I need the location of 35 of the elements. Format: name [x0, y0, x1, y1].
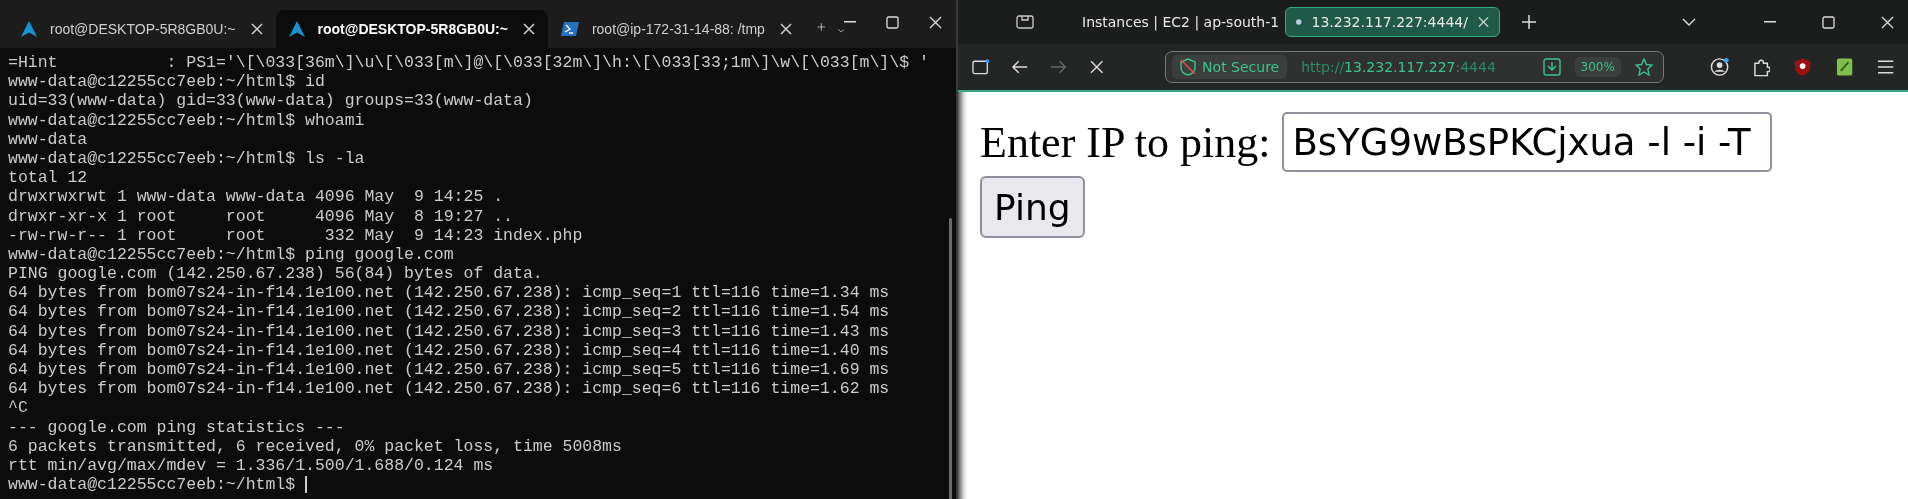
ping-button[interactable]: Ping — [980, 176, 1085, 238]
terminal-tab[interactable]: root@DESKTOP-5R8GB0U:~ — [8, 10, 276, 48]
terminal-line: www-data@c12255cc7eeb:~/html$ — [8, 475, 296, 495]
terminal-line: 64 bytes from bom07s24-in-f14.1e100.net (142.250.67.238): icmp_seq=1 ttl=116 time=1.34 ms — [8, 283, 890, 303]
terminal-line: =Hint : PS1='\[\033[36m\]\u\[\033[m\]@\[\033[32m\]\h:\[\033[33;1m\]\w\[\033[m\]\$ ' — [8, 53, 929, 73]
ip-input-field[interactable]: BsYG9wBsPKCjxua -l -i -T — [1282, 112, 1773, 172]
terminal-line: www-data@c12255cc7eeb:~/html$ ls -la — [8, 148, 365, 169]
terminal-tab[interactable]: root@DESKTOP-5R8GB0U:~ — [275, 10, 548, 48]
url-text: http://13.232.117.227:4444 — [1301, 59, 1496, 75]
terminal-line: 64 bytes from bom07s24-in-f14.1e100.net (142.250.67.238): icmp_seq=4 ttl=116 time=1.40 ms — [8, 340, 890, 360]
field-label: Enter IP to ping: — [980, 116, 1271, 168]
terminal-line: www-data@c12255cc7eeb:~/html$ id — [8, 72, 325, 92]
terminal-line: PING google.com (142.250.67.238) 56(84) bytes of data. — [8, 264, 543, 284]
terminal-line: ^C — [8, 398, 28, 418]
terminal-line: --- google.com ping statistics --- — [8, 417, 345, 437]
terminal-tab[interactable]: root@ip-172-31-14-88: /tmp — [547, 10, 805, 48]
terminal-line: rtt min/avg/max/mdev = 1.336/1.500/1.688/0.124 ms — [8, 455, 494, 476]
terminal-line: www-data@c12255cc7eeb:~/html$ whoami — [8, 110, 365, 130]
terminal-line: total 12 — [8, 168, 88, 188]
terminal-line: -rw-rw-r-- 1 root root 332 May 9 14:23 index.php — [8, 225, 583, 245]
terminal-line: www-data — [8, 129, 88, 149]
terminal-line: www-data@c12255cc7eeb:~/html$ ping google.com — [8, 244, 454, 265]
terminal-line: 64 bytes from bom07s24-in-f14.1e100.net (142.250.67.238): icmp_seq=6 ttl=116 time=1.62 ms — [8, 379, 890, 399]
terminal-line: drwxrwxrwt 1 www-data www-data 4096 May 9 14:25 . — [8, 187, 504, 207]
terminal-line: 64 bytes from bom07s24-in-f14.1e100.net (142.250.67.238): icmp_seq=5 ttl=116 time=1.69 ms — [8, 360, 890, 380]
address-bar[interactable]: Not Secure http://13.232.117.227:4444 300% — [1165, 51, 1664, 83]
terminal-line: drwxr-xr-x 1 root root 4096 May 8 19:27 .. — [8, 206, 513, 226]
terminal-line: uid=33(www-data) gid=33(www-data) groups=33(www-data) — [8, 91, 533, 111]
terminal-line: 6 packets transmitted, 6 received, 0% packet loss, time 5008ms — [8, 436, 622, 456]
zoom-level-badge[interactable]: 300% — [1574, 57, 1621, 77]
terminal-line: 64 bytes from bom07s24-in-f14.1e100.net (142.250.67.238): icmp_seq=2 ttl=116 time=1.54 ms — [8, 302, 890, 322]
terminal-line: 64 bytes from bom07s24-in-f14.1e100.net (142.250.67.238): icmp_seq=3 ttl=116 time=1.43 ms — [8, 321, 890, 341]
browser-tab[interactable]: 13.232.117.227:4444/ — [1285, 7, 1500, 37]
browser-tab[interactable]: Instances | EC2 | ap-south-1 — [1062, 7, 1277, 37]
security-badge[interactable]: Not Secure — [1172, 55, 1288, 79]
